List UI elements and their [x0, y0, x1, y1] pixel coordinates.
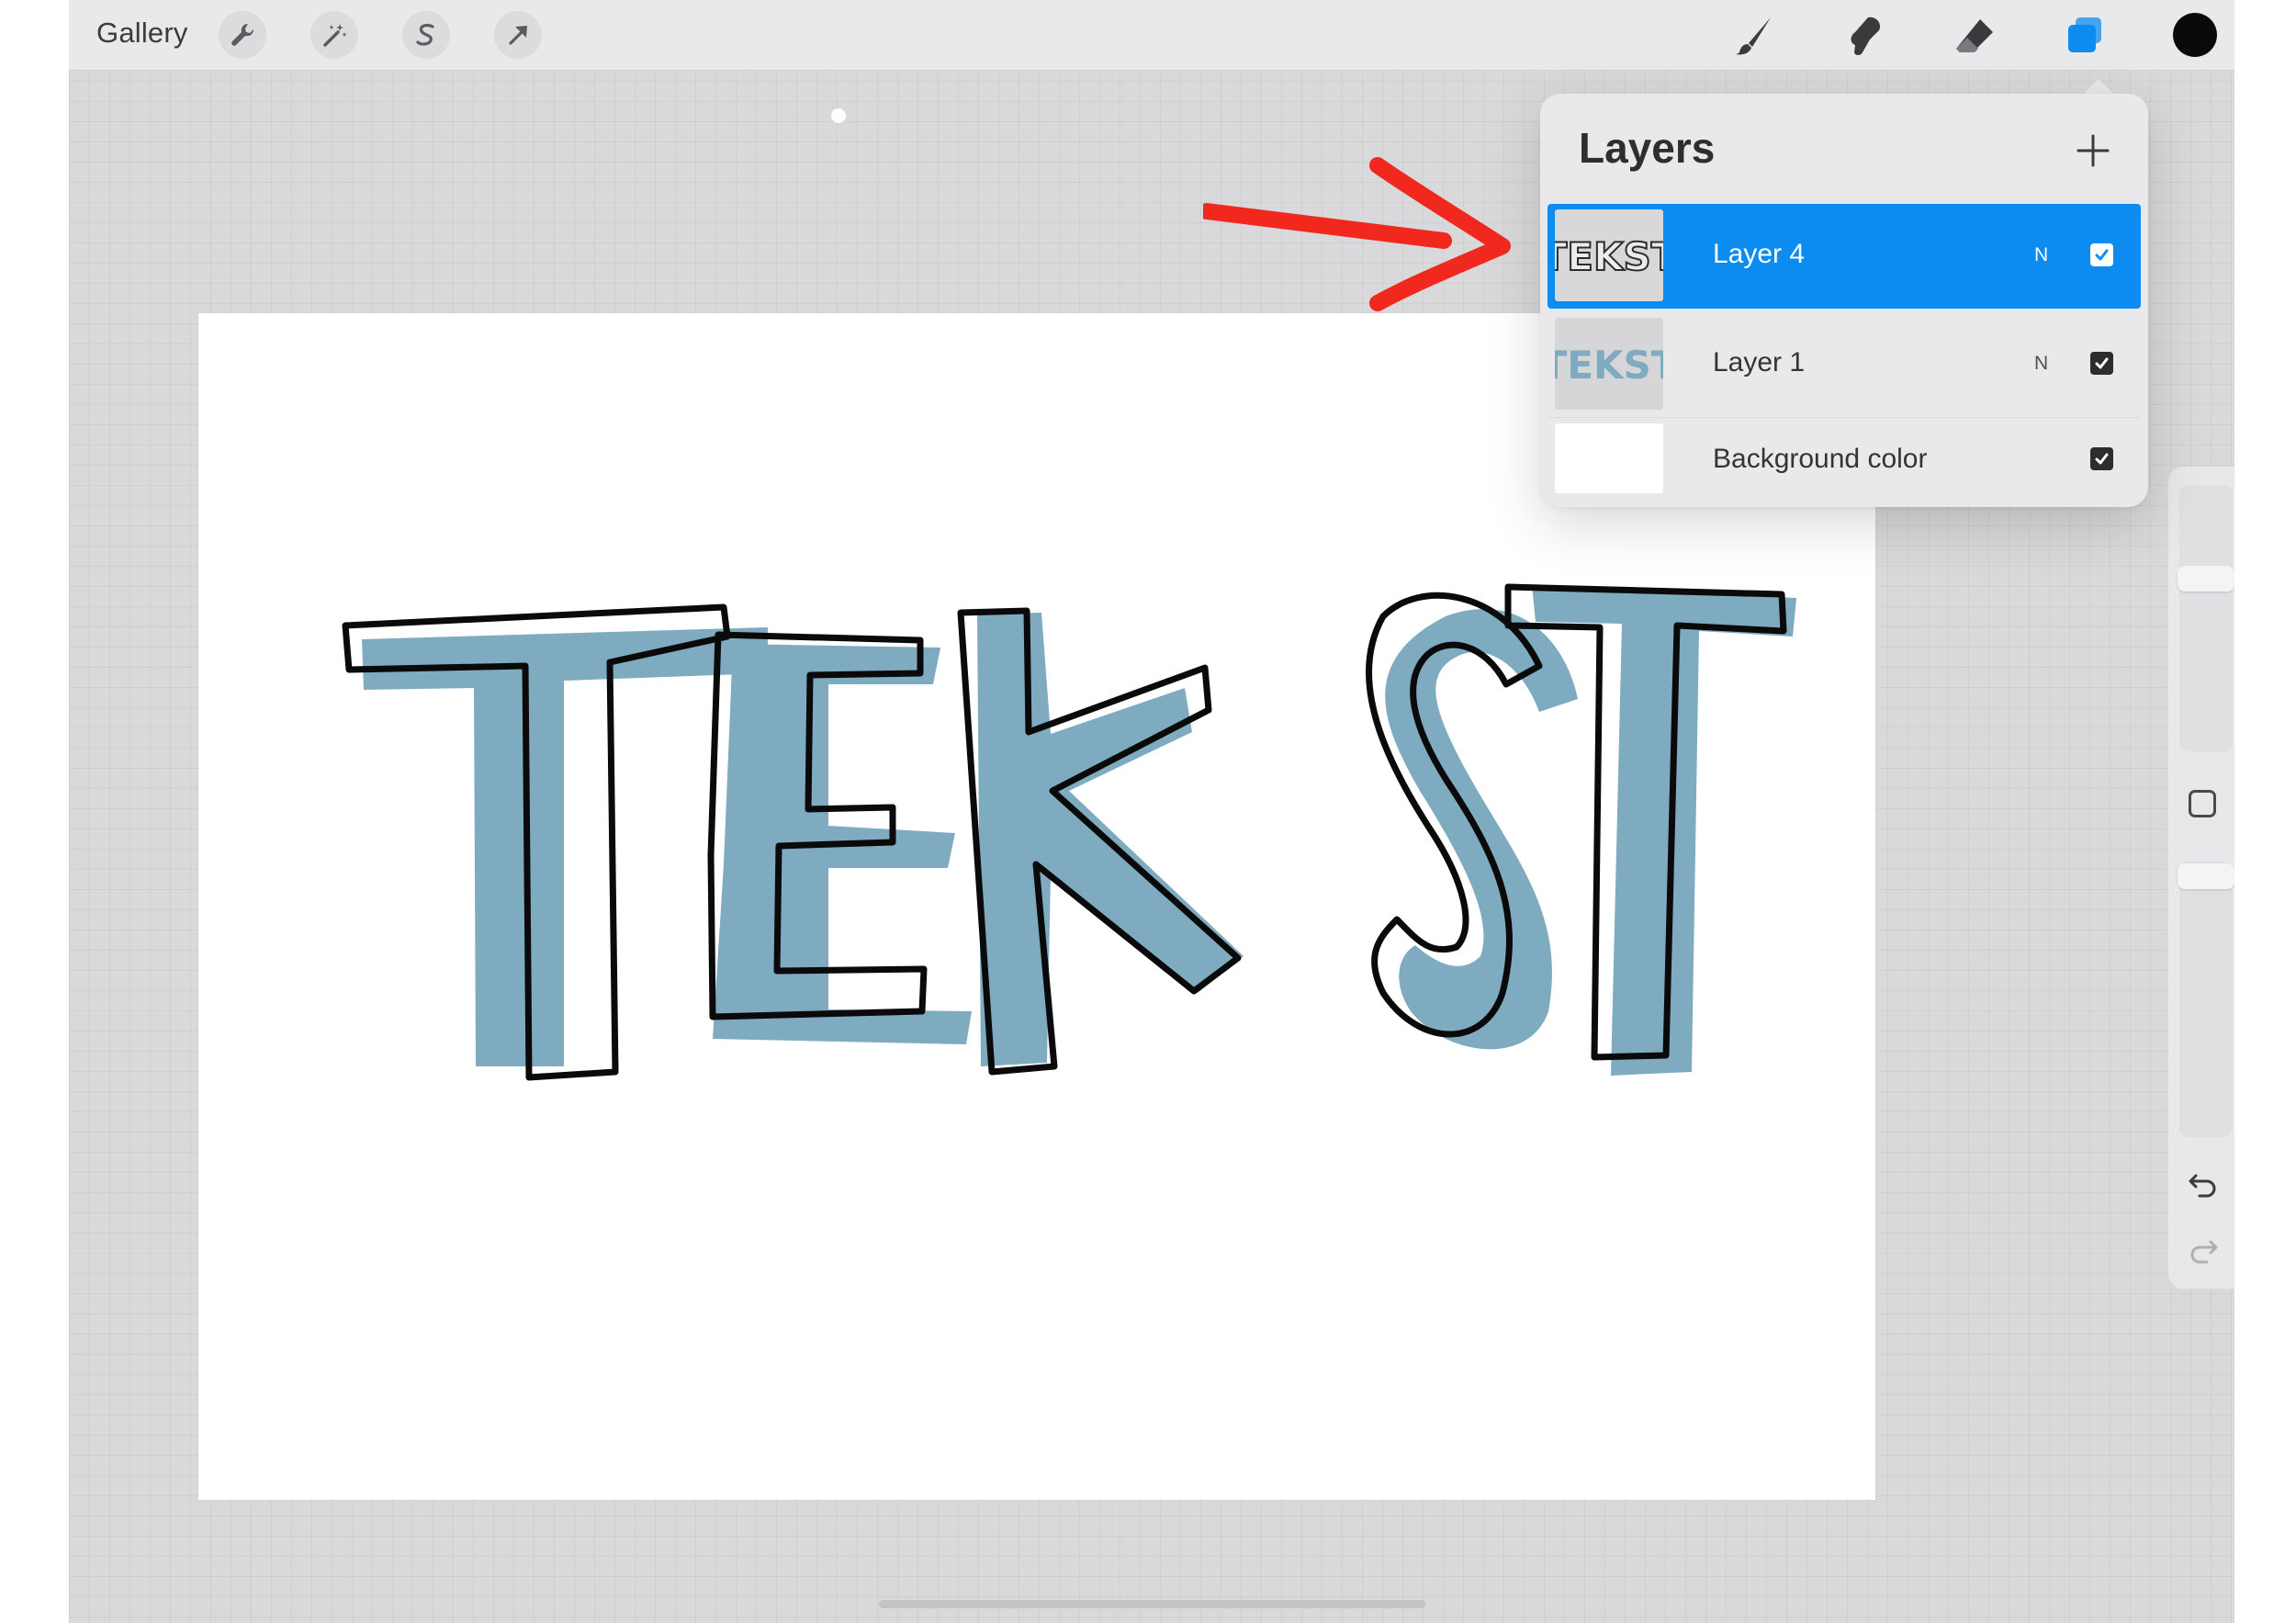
opacity-knob[interactable] [2178, 863, 2234, 889]
layer-name: Layer 4 [1713, 239, 1806, 269]
color-swatch-button[interactable] [2173, 13, 2217, 57]
checkmark-icon [2095, 453, 2109, 465]
gallery-button[interactable]: Gallery [96, 17, 188, 50]
checkmark-icon [2095, 357, 2109, 369]
layers-icon [2068, 17, 2101, 52]
visibility-checkbox[interactable] [2090, 243, 2113, 266]
home-indicator [879, 1600, 1425, 1608]
layers-panel-title: Layers [1579, 124, 1716, 172]
magic-wand-icon [323, 24, 347, 47]
thumbnail-text: TEKST [1555, 343, 1663, 388]
selection-s-icon [416, 24, 434, 46]
blend-mode-button[interactable]: N [2034, 353, 2048, 375]
layer-row-layer-4[interactable]: TEKST Layer 4 N [1548, 204, 2141, 309]
eraser-icon [1956, 19, 1993, 52]
opacity-slider[interactable] [2179, 862, 2233, 1137]
smudge-button[interactable] [1838, 9, 1891, 62]
layer-name: Layer 1 [1713, 347, 1806, 378]
red-arrow-annotation [1203, 157, 1511, 311]
arrow-cursor-icon [509, 26, 527, 45]
background-color-swatch[interactable] [1555, 423, 1663, 493]
brush-size-slider[interactable] [2179, 485, 2233, 751]
eraser-button[interactable] [1948, 9, 2001, 62]
visibility-checkbox[interactable] [2090, 352, 2113, 375]
smudge-icon [1851, 17, 1881, 56]
layer-row-background-color[interactable]: Background color [1548, 417, 2141, 502]
blend-mode-button[interactable]: N [2034, 244, 2048, 266]
side-toolbar [2168, 467, 2234, 1289]
thumbnail-text: TEKST [1555, 234, 1663, 279]
adjustments-button[interactable] [310, 11, 358, 59]
brush-cursor-dot [831, 108, 846, 123]
brush-button[interactable] [1728, 9, 1781, 62]
wrench-icon [231, 23, 254, 46]
layers-panel: Layers TEKST Layer 4 N TEKST La [1540, 94, 2148, 507]
brush-size-knob[interactable] [2178, 566, 2234, 592]
brush-icon [1735, 17, 1771, 55]
layer-row-layer-1[interactable]: TEKST Layer 1 N [1548, 312, 2141, 417]
top-toolbar: Gallery [69, 0, 2234, 71]
redo-icon[interactable] [2185, 1229, 2222, 1266]
plus-icon[interactable] [2075, 132, 2111, 169]
actions-button[interactable] [219, 11, 266, 59]
modify-square-icon[interactable] [2189, 790, 2216, 817]
layer-thumbnail: TEKST [1555, 209, 1663, 301]
layer-thumbnail: TEKST [1555, 318, 1663, 410]
transform-button[interactable] [494, 11, 542, 59]
procreate-app: Gallery Layers EKS Layer 4 N EKS Layer 1… [69, 0, 2234, 1623]
layer-name: Background color [1713, 444, 1928, 474]
undo-icon[interactable] [2185, 1163, 2222, 1200]
selection-button[interactable] [402, 11, 450, 59]
layers-button[interactable] [2058, 9, 2111, 62]
visibility-checkbox[interactable] [2090, 447, 2113, 470]
checkmark-icon [2095, 249, 2109, 261]
